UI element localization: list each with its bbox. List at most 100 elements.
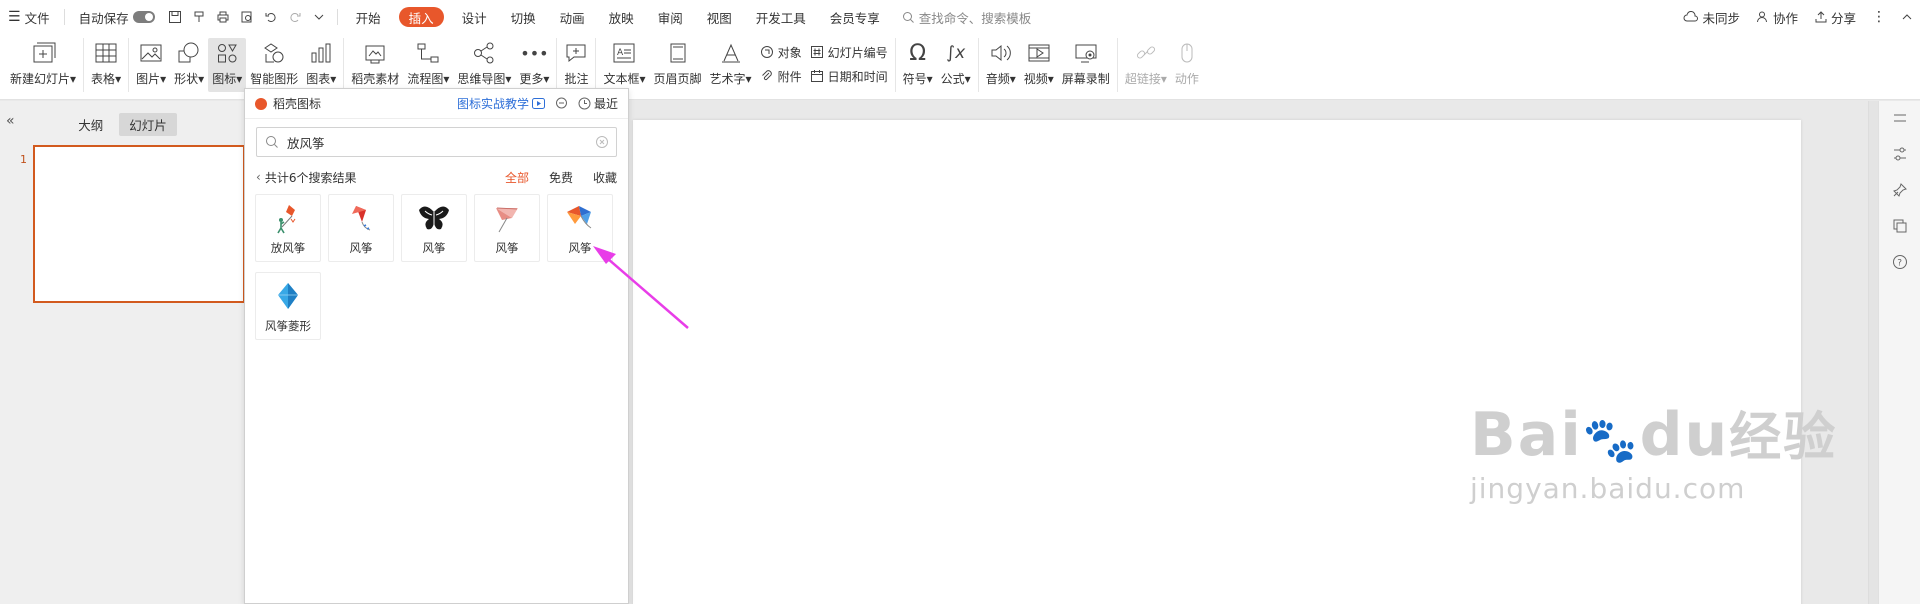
icon-result-item[interactable]: 风筝 [328,194,394,262]
save-icon[interactable] [163,5,187,29]
autosave-toggle[interactable]: 自动保存 [71,5,163,29]
filter-all[interactable]: 全部 [505,169,529,186]
icon-result-item[interactable]: 风筝 [401,194,467,262]
link-icon [1134,38,1158,68]
tab-transition[interactable]: 切换 [499,5,548,29]
collapse-ribbon-icon[interactable] [1894,5,1920,29]
slide-canvas[interactable] [633,120,1801,604]
sync-status[interactable]: 未同步 [1675,5,1748,29]
baidu-watermark: Bai🐾du经验 jingyan.baidu.com [1470,395,1837,505]
header-footer-button[interactable]: 页眉页脚 [650,38,706,92]
tab-outline[interactable]: 大纲 [68,113,113,136]
icon-search-input[interactable] [287,134,588,150]
tab-design[interactable]: 设计 [450,5,499,29]
attachment-button[interactable]: 附件 [760,66,802,86]
back-chevron-icon[interactable]: ‹ [256,170,261,184]
material-button[interactable]: 稻壳素材 [347,38,403,92]
share-icon [1815,11,1827,23]
shape-button[interactable]: 形状▾ [170,38,208,92]
menu-lines-icon[interactable] [1889,107,1911,129]
table-button[interactable]: 表格▾ [87,38,125,92]
date-time-button[interactable]: 日期和时间 [810,66,888,86]
pin-icon[interactable] [1889,179,1911,201]
screen-record-button[interactable]: 屏幕录制 [1058,38,1114,92]
undo-icon[interactable] [259,5,283,29]
slide-number-date-group: 幻灯片编号 日期和时间 [806,38,892,86]
toggle-switch-icon[interactable] [132,11,155,23]
help-icon[interactable]: ? [1889,251,1911,273]
chat-icon[interactable] [555,97,568,110]
icon-result-item[interactable]: 放风筝 [255,194,321,262]
textbox-button[interactable]: A 文本框▾ [599,38,649,92]
mindmap-button[interactable]: 思维导图▾ [453,38,515,92]
chart-button[interactable]: 图表▾ [302,38,340,92]
menubar-right: 未同步 协作 分享 ⋮ [1675,0,1920,34]
speaker-icon [989,38,1013,68]
icon-result-item[interactable]: 风筝 [474,194,540,262]
tab-developer[interactable]: 开发工具 [744,5,818,29]
formula-button[interactable]: ∫x 公式▾ [937,38,975,92]
audio-button[interactable]: 音频▾ [982,38,1020,92]
wordart-button[interactable]: 艺术字▾ [706,38,756,92]
print-icon[interactable] [211,5,235,29]
copy-layers-icon[interactable] [1889,215,1911,237]
slide-number-button[interactable]: 幻灯片编号 [810,42,888,62]
hamburger-icon: ☰ [8,9,21,25]
tab-member[interactable]: 会员专享 [818,5,892,29]
search-results-bar: ‹ 共计6个搜索结果 全部 免费 收藏 [256,167,617,187]
hyperlink-button[interactable]: 超链接▾ [1121,38,1171,92]
picture-button[interactable]: 图片▾ [132,38,170,92]
smart-graphic-button[interactable]: 智能图形 [246,38,302,92]
new-slide-button[interactable]: 新建幻灯片▾ [0,38,80,92]
ellipsis-icon: ••• [520,43,549,63]
comment-button[interactable]: 批注 [560,38,592,92]
recent-button[interactable]: 最近 [578,95,618,112]
slide-pane: « 大纲 幻灯片 1 [0,101,245,604]
watermark-url: jingyan.baidu.com [1470,472,1746,505]
mouse-icon [1175,38,1199,68]
tab-home[interactable]: 开始 [344,5,393,29]
icon-result-item[interactable]: 风筝 [547,194,613,262]
redo-icon[interactable] [283,5,307,29]
command-search[interactable]: 查找命令、搜索模板 [902,8,1031,27]
user-add-icon [1756,11,1767,23]
result-count: 共计6个搜索结果 [264,170,357,185]
tab-review[interactable]: 审阅 [646,5,695,29]
icon-button[interactable]: 图标▾ [208,38,247,92]
filter-free[interactable]: 免费 [549,169,573,186]
tab-slideshow[interactable]: 放映 [597,5,646,29]
more-button[interactable]: ••• 更多▾ [515,38,553,92]
black-butterfly-kite-icon [416,203,452,235]
tab-animation[interactable]: 动画 [548,5,597,29]
tab-insert[interactable]: 插入 [398,7,444,27]
vertical-scrollbar[interactable] [1868,101,1878,604]
flowchart-button[interactable]: 流程图▾ [403,38,453,92]
clear-icon[interactable] [596,136,608,148]
filter-favorite[interactable]: 收藏 [593,169,617,186]
settings-sliders-icon[interactable] [1889,143,1911,165]
video-button[interactable]: 视频▾ [1020,38,1058,92]
symbol-button[interactable]: Ω 符号▾ [899,38,937,92]
tutorial-link[interactable]: 图标实战教学 [457,95,545,112]
icon-result-item[interactable]: 风筝菱形 [255,272,321,340]
collab-button[interactable]: 协作 [1748,5,1806,29]
more-options-icon[interactable]: ⋮ [1864,5,1894,29]
share-button[interactable]: 分享 [1806,5,1864,29]
tab-view[interactable]: 视图 [695,5,744,29]
docer-logo-icon [255,97,267,110]
icon-search-box[interactable] [256,127,617,157]
print-preview-icon[interactable] [235,5,259,29]
paw-icon: 🐾 [1582,415,1640,466]
format-painter-icon[interactable] [187,5,211,29]
omega-icon: Ω [909,40,927,66]
screen-record-icon [1074,38,1098,68]
tab-slides[interactable]: 幻灯片 [119,113,177,136]
file-menu[interactable]: ☰ 文件 [0,5,58,29]
watermark-brand: Bai🐾du经验 [1470,400,1838,470]
separator [343,38,345,92]
customize-quick-access-icon[interactable] [307,5,331,29]
object-button[interactable]: 对象 [760,42,802,62]
panel-header: 稻壳图标 图标实战教学 最近 [245,89,628,119]
slide-thumbnail[interactable] [33,145,245,303]
action-button[interactable]: 动作 [1171,38,1203,92]
